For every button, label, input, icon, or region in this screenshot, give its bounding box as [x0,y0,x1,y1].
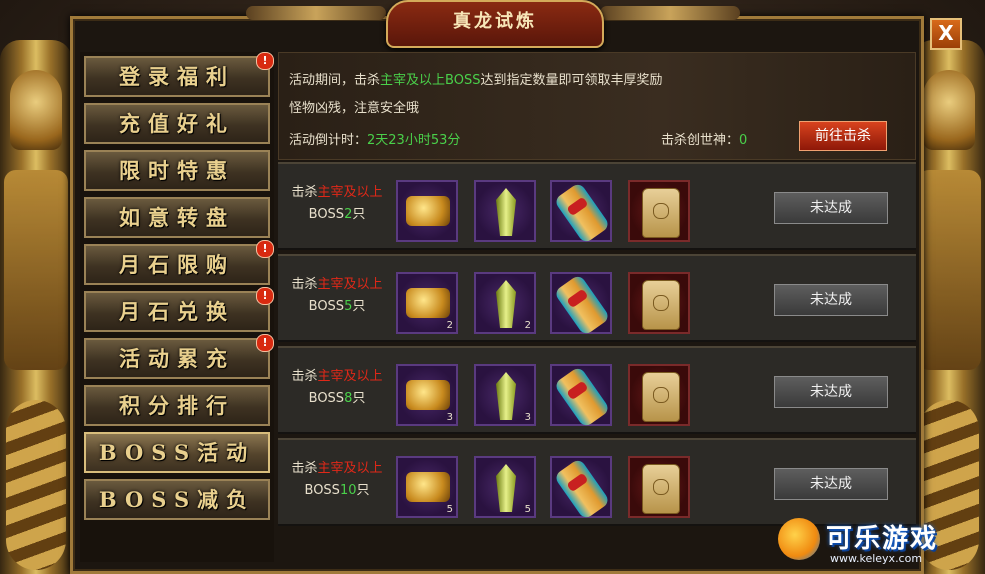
sidebar-item-label: 登录福利 [119,64,235,89]
sidebar-item[interactable]: 登录福利! [84,52,274,97]
kill-requirement: 击杀主宰及以上 BOSS2只 [291,185,383,222]
crystal-icon[interactable]: 5 [474,456,536,518]
title-ornament-left [246,6,386,20]
reward-row: 击杀主宰及以上 BOSS10只 5 5 未达成 [278,438,916,526]
reward-item-graphic [406,288,450,318]
sidebar-item-label: BOSS减负 [98,487,256,512]
reward-qty: 3 [446,412,453,423]
reward-item-graphic [496,188,516,236]
sidebar-item[interactable]: 积分排行 [84,385,270,426]
sidebar-item-label: 如意转盘 [119,205,235,230]
claim-status-button[interactable]: 未达成 [774,468,888,500]
token-icon[interactable] [628,364,690,426]
reward-item-graphic [553,457,611,521]
reward-qty: 3 [524,412,531,423]
close-button[interactable]: X [930,18,962,50]
alert-badge-icon: ! [256,240,274,258]
reward-item-graphic [642,464,680,514]
gold-chest-icon[interactable]: 2 [396,272,458,334]
countdown-value: 2天23小时53分 [367,133,461,148]
reward-item-graphic [406,472,450,502]
sidebar-item-label: 月石兑换 [119,299,235,324]
reward-row: 击杀主宰及以上 BOSS8只 3 3 未达成 [278,346,916,434]
sidebar-item-label: 积分排行 [119,393,235,418]
site-watermark: 可乐游戏 www.keleyx.com [778,518,978,570]
reward-item-graphic [642,188,680,238]
reward-row: 击杀主宰及以上 BOSS5只 2 2 未达成 [278,254,916,342]
sidebar-item[interactable]: 月石限购! [84,240,274,285]
watermark-text: 可乐游戏 [826,524,939,554]
sidebar-item[interactable]: 如意转盘 [84,197,270,238]
reward-qty: 5 [446,504,453,515]
sidebar-item[interactable]: 充值好礼 [84,103,270,144]
sidebar-item-label: 月石限购 [119,252,235,277]
reward-item-graphic [642,280,680,330]
kill-requirement: 击杀主宰及以上 BOSS5只 [291,277,383,314]
kill-counter-value: 0 [739,133,748,148]
sidebar-item[interactable]: BOSS减负 [84,479,270,520]
alert-badge-icon: ! [256,52,274,70]
token-icon[interactable] [628,180,690,242]
scroll-icon[interactable] [550,180,612,245]
sidebar-item[interactable]: BOSS活动 [84,432,270,473]
reward-qty: 5 [524,504,531,515]
warning-text: 怪物凶残，注意安全哦 [289,101,420,116]
reward-item-graphic [553,273,611,337]
claim-status-button[interactable]: 未达成 [774,192,888,224]
watermark-logo-icon [778,518,820,560]
kill-count-target: 10 [339,483,357,498]
token-icon[interactable] [628,272,690,334]
scroll-icon[interactable] [550,272,612,337]
reward-item-graphic [553,365,611,429]
kill-requirement: 击杀主宰及以上 BOSS8只 [291,369,383,406]
scroll-icon[interactable] [550,364,612,429]
alert-badge-icon: ! [256,287,274,305]
sidebar-item-label: 充值好礼 [119,111,235,136]
sidebar-item-label: 限时特惠 [119,158,235,183]
reward-item-graphic [642,372,680,422]
reward-item-graphic [406,196,450,226]
reward-qty: 2 [446,320,453,331]
reward-item-graphic [553,181,611,245]
countdown: 活动倒计时：2天23小时53分 [289,133,461,148]
reward-row: 击杀主宰及以上 BOSS2只 未达成 [278,162,916,250]
sidebar-item[interactable]: 月石兑换! [84,287,274,332]
gold-chest-icon[interactable] [396,180,458,242]
alert-badge-icon: ! [256,334,274,352]
title-ornament-right [600,6,740,20]
crystal-icon[interactable] [474,180,536,242]
activity-info-panel: 活动期间，击杀主宰及以上BOSS达到指定数量即可领取丰厚奖励 怪物凶残，注意安全… [278,52,916,160]
left-statue-pillar [0,40,72,574]
reward-item-graphic [496,464,516,512]
claim-status-button[interactable]: 未达成 [774,284,888,316]
gold-chest-icon[interactable]: 5 [396,456,458,518]
sidebar-item[interactable]: 限时特惠 [84,150,270,191]
reward-item-graphic [496,372,516,420]
crystal-icon[interactable]: 2 [474,272,536,334]
kill-requirement: 击杀主宰及以上 BOSS10只 [291,461,383,498]
reward-item-graphic [496,280,516,328]
activity-description: 活动期间，击杀主宰及以上BOSS达到指定数量即可领取丰厚奖励 [289,73,663,88]
sidebar-item[interactable]: 活动累充! [84,334,274,379]
window-title: 真龙试炼 [453,11,537,32]
token-icon[interactable] [628,456,690,518]
gold-chest-icon[interactable]: 3 [396,364,458,426]
reward-qty: 2 [524,320,531,331]
watermark-url: www.keleyx.com [830,552,923,565]
goto-kill-button[interactable]: 前往击杀 [799,121,887,151]
scroll-icon[interactable] [550,456,612,521]
claim-status-button[interactable]: 未达成 [774,376,888,408]
window-title-plate: 真龙试炼 [386,0,604,48]
kill-counter: 击杀创世神：0 [661,133,748,148]
crystal-icon[interactable]: 3 [474,364,536,426]
sidebar-item-label: BOSS活动 [98,440,256,465]
sidebar-item-label: 活动累充 [119,346,235,371]
reward-item-graphic [406,380,450,410]
